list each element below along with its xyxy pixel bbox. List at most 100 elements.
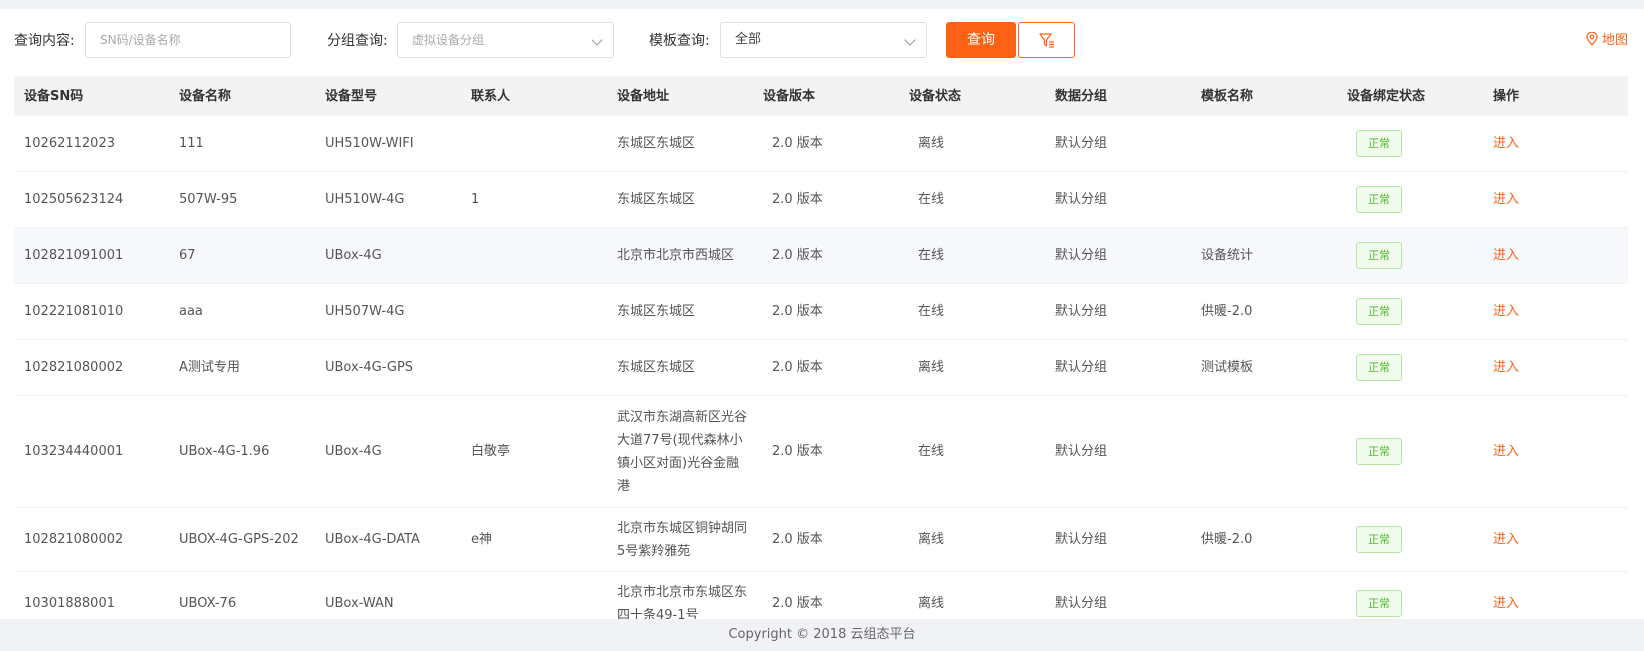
bind-status-badge: 正常 (1356, 526, 1402, 553)
cell-model: UBox-4G-DATA (325, 532, 420, 547)
cell-contact: e神 (471, 532, 492, 547)
search-content-label: 查询内容: (14, 33, 75, 49)
cell-data-group: 默认分组 (1055, 532, 1108, 547)
cell-data-group: 默认分组 (1055, 248, 1108, 263)
cell-template: 测试模板 (1201, 360, 1254, 375)
cell-sn: 102821080002 (24, 532, 124, 547)
cell-version: 2.0 版本 (772, 248, 823, 263)
cell-sn: 10301888001 (24, 596, 115, 611)
cell-contact (471, 228, 477, 283)
cell-template: 设备统计 (1201, 248, 1254, 263)
column-header-name: 设备名称 (179, 88, 232, 104)
cell-address: 东城区东城区 (617, 136, 696, 151)
bind-status-badge: 正常 (1356, 186, 1402, 213)
column-header-contact: 联系人 (471, 88, 511, 104)
column-header-model: 设备型号 (325, 88, 378, 104)
group-select-placeholder: 虚拟设备分组 (412, 33, 485, 47)
cell-address: 北京市北京市东城区东四十条49-1号 (617, 584, 748, 620)
cell-sn: 102505623124 (24, 192, 124, 207)
column-header-status: 设备状态 (909, 88, 962, 104)
cell-data-group: 默认分组 (1055, 136, 1108, 151)
enter-link[interactable]: 进入 (1493, 440, 1519, 463)
template-select[interactable]: 全部 (720, 22, 927, 58)
column-header-version: 设备版本 (763, 88, 816, 104)
table-header: 设备SN码 设备名称 设备型号 联系人 设备地址 设备版本 设备状态 数据分组 … (14, 76, 1628, 116)
filter-button[interactable] (1018, 22, 1075, 58)
cell-sn: 102221081010 (24, 304, 124, 319)
column-header-sn: 设备SN码 (24, 88, 84, 104)
bind-status-badge: 正常 (1356, 130, 1402, 157)
bind-status-badge: 正常 (1356, 438, 1402, 465)
cell-name: 67 (179, 248, 196, 263)
cell-data-group: 默认分组 (1055, 444, 1108, 459)
cell-template (1201, 572, 1207, 619)
cell-version: 2.0 版本 (772, 596, 823, 611)
enter-link[interactable]: 进入 (1493, 132, 1519, 155)
cell-address: 武汉市东湖高新区光谷大道77号(现代森林小镇小区对面)光谷金融港 (617, 409, 748, 494)
cell-template (1201, 116, 1207, 171)
group-query-label: 分组查询: (327, 33, 388, 49)
cell-address: 东城区东城区 (617, 360, 696, 375)
table-row: 102821080002 UBOX-4G-GPS-202 UBox-4G-DAT… (14, 508, 1628, 572)
cell-name: UBOX-4G-GPS-202 (179, 532, 299, 547)
cell-name: UBox-4G-1.96 (179, 444, 270, 459)
cell-contact (471, 116, 477, 171)
cell-address: 东城区东城区 (617, 192, 696, 207)
search-content-input[interactable]: SN码/设备名称 (85, 22, 291, 58)
map-link[interactable]: 地图 (1586, 31, 1628, 50)
column-header-action: 操作 (1493, 88, 1520, 104)
table-row: 102221081010 aaa UH507W-4G 东城区东城区 2.0 版本… (14, 284, 1628, 340)
cell-status: 在线 (918, 192, 945, 207)
enter-link[interactable]: 进入 (1493, 592, 1519, 615)
cell-template: 供暖-2.0 (1201, 304, 1253, 319)
cell-data-group: 默认分组 (1055, 596, 1108, 611)
cell-status: 离线 (918, 136, 945, 151)
table-row: 102821091001 67 UBox-4G 北京市北京市西城区 2.0 版本… (14, 228, 1628, 284)
bind-status-badge: 正常 (1356, 242, 1402, 269)
map-link-label: 地图 (1601, 33, 1628, 48)
table-row: 102821080002 A测试专用 UBox-4G-GPS 东城区东城区 2.… (14, 340, 1628, 396)
cell-status: 在线 (918, 248, 945, 263)
cell-version: 2.0 版本 (772, 192, 823, 207)
cell-address: 北京市东城区铜钟胡同5号紫羚雅苑 (617, 520, 748, 559)
cell-data-group: 默认分组 (1055, 304, 1108, 319)
query-button[interactable]: 查询 (946, 22, 1016, 58)
page-footer: Copyright © 2018 云组态平台 (0, 619, 1644, 651)
cell-version: 2.0 版本 (772, 444, 823, 459)
cell-data-group: 默认分组 (1055, 192, 1108, 207)
table-row: 10262112023 111 UH510W-WIFI 东城区东城区 2.0 版… (14, 116, 1628, 172)
cell-sn: 102821080002 (24, 360, 124, 375)
cell-model: UH507W-4G (325, 304, 405, 319)
enter-link[interactable]: 进入 (1493, 244, 1519, 267)
column-header-address: 设备地址 (617, 88, 670, 104)
copyright-text: Copyright © 2018 云组态平台 (728, 627, 916, 642)
cell-sn: 103234440001 (24, 444, 124, 459)
cell-sn: 10262112023 (24, 136, 115, 151)
cell-version: 2.0 版本 (772, 360, 823, 375)
enter-link[interactable]: 进入 (1493, 528, 1519, 551)
bind-status-badge: 正常 (1356, 590, 1402, 617)
cell-address: 东城区东城区 (617, 304, 696, 319)
cell-contact: 1 (471, 192, 480, 207)
enter-link[interactable]: 进入 (1493, 300, 1519, 323)
cell-address: 北京市北京市西城区 (617, 248, 735, 263)
cell-model: UBox-WAN (325, 596, 394, 611)
template-select-value: 全部 (735, 32, 762, 47)
cell-model: UBox-4G (325, 444, 382, 459)
search-toolbar: 查询内容: SN码/设备名称 分组查询: 虚拟设备分组 模板查询: 全部 查询 (0, 9, 1644, 73)
filter-icon (1039, 33, 1054, 48)
device-table: 设备SN码 设备名称 设备型号 联系人 设备地址 设备版本 设备状态 数据分组 … (14, 76, 1628, 619)
enter-link[interactable]: 进入 (1493, 356, 1519, 379)
cell-version: 2.0 版本 (772, 304, 823, 319)
cell-status: 离线 (918, 532, 945, 547)
cell-model: UBox-4G-GPS (325, 360, 414, 375)
cell-template (1201, 396, 1207, 507)
cell-name: UBOX-76 (179, 596, 237, 611)
cell-contact (471, 340, 477, 395)
group-select[interactable]: 虚拟设备分组 (397, 22, 614, 58)
enter-link[interactable]: 进入 (1493, 188, 1519, 211)
cell-status: 离线 (918, 596, 945, 611)
column-header-template: 模板名称 (1201, 88, 1254, 104)
cell-model: UH510W-WIFI (325, 136, 414, 151)
cell-version: 2.0 版本 (772, 136, 823, 151)
